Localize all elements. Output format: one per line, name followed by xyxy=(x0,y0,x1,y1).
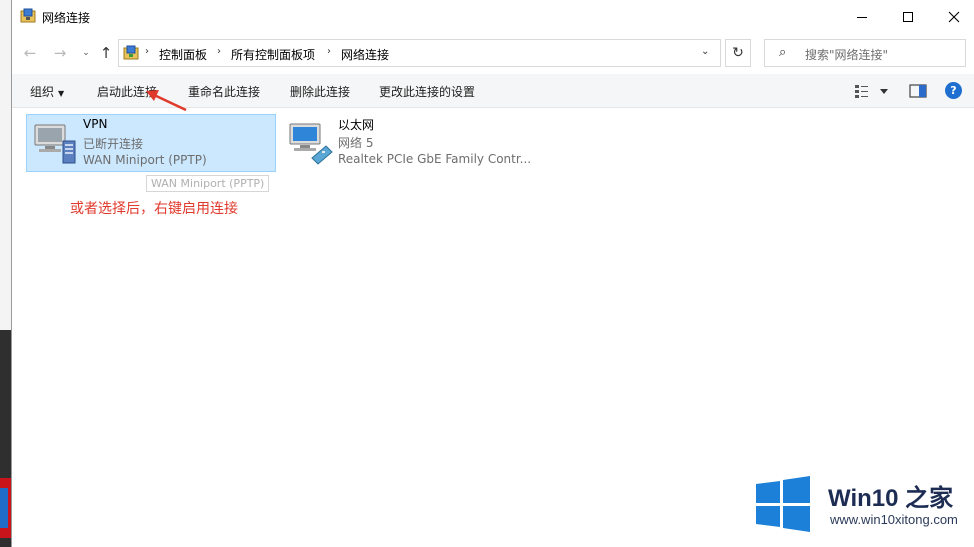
connection-status: 网络 5 xyxy=(338,136,374,150)
delete-connection-button[interactable]: 删除此连接 xyxy=(290,83,350,100)
connection-device: Realtek PCIe GbE Family Contr... xyxy=(338,152,532,166)
window-title: 网络连接 xyxy=(42,11,91,25)
caret-down-icon: ▼ xyxy=(58,89,65,98)
annotation-arrow-icon xyxy=(146,90,187,112)
chevron-down-icon[interactable]: ⌄ xyxy=(701,46,709,57)
breadcrumb-network-connections[interactable]: 网络连接 xyxy=(341,46,389,63)
refresh-button[interactable]: ↻ xyxy=(725,39,751,67)
refresh-icon: ↻ xyxy=(732,45,744,61)
connection-item-ethernet[interactable]: 以太网 网络 5 Realtek PCIe GbE Family Contr..… xyxy=(282,114,542,172)
breadcrumb-separator-icon[interactable]: › xyxy=(327,46,331,57)
arrow-left-icon: ← xyxy=(23,44,37,62)
windows-logo-icon xyxy=(756,476,810,532)
search-icon: ⌕ xyxy=(779,45,787,60)
annotation-text: 或者选择后，右键启用连接 xyxy=(70,201,238,217)
arrow-up-icon: ↑ xyxy=(99,44,113,62)
network-connections-window: 网络连接 ← → ⌄ ↑ › 控制面板 › 所有控制面板项 › 网络连接 ⌄ ↻ xyxy=(11,0,974,547)
vpn-computer-icon xyxy=(34,124,76,164)
forward-button[interactable]: → xyxy=(50,43,70,63)
breadcrumb-separator-icon[interactable]: › xyxy=(217,46,221,57)
control-panel-icon xyxy=(123,45,139,60)
breadcrumb-all-items[interactable]: 所有控制面板项 xyxy=(231,46,315,63)
search-placeholder: 搜索"网络连接" xyxy=(805,48,889,62)
close-button[interactable] xyxy=(931,0,974,34)
connection-name: VPN xyxy=(83,117,108,131)
breadcrumb-control-panel[interactable]: 控制面板 xyxy=(159,46,207,63)
change-settings-button[interactable]: 更改此连接的设置 xyxy=(379,83,475,100)
breadcrumb-separator-icon[interactable]: › xyxy=(145,46,149,57)
maximize-icon xyxy=(903,12,913,22)
tooltip: WAN Miniport (PPTP) xyxy=(146,175,270,192)
back-button[interactable]: ← xyxy=(20,43,40,63)
title-bar[interactable]: 网络连接 xyxy=(12,0,974,34)
view-options-icon[interactable] xyxy=(854,83,894,99)
organize-label: 组织 xyxy=(30,85,55,99)
minimize-button[interactable] xyxy=(839,0,885,34)
organize-menu-button[interactable]: 组织 ▼ xyxy=(30,83,64,100)
connection-device: WAN Miniport (PPTP) xyxy=(83,153,207,167)
chevron-down-icon: ⌄ xyxy=(82,48,90,58)
help-icon[interactable]: ? xyxy=(945,82,962,99)
recent-locations-button[interactable]: ⌄ xyxy=(76,43,96,63)
watermark-brand: Win10 之家 xyxy=(828,485,954,512)
network-folder-icon xyxy=(20,8,36,23)
ethernet-computer-icon xyxy=(289,123,333,165)
connection-item-vpn[interactable]: VPN 已断开连接 WAN Miniport (PPTP) xyxy=(26,114,276,172)
watermark-url: www.win10xitong.com xyxy=(830,512,958,527)
up-button[interactable]: ↑ xyxy=(96,43,116,63)
connection-name: 以太网 xyxy=(338,118,375,132)
arrow-right-icon: → xyxy=(53,44,67,62)
close-icon xyxy=(948,11,960,23)
connection-status: 已断开连接 xyxy=(83,137,144,151)
search-input[interactable]: ⌕ 搜索"网络连接" xyxy=(764,39,966,67)
watermark: Win10 之家 www.win10xitong.com xyxy=(754,474,974,534)
preview-pane-icon[interactable] xyxy=(909,83,927,99)
address-bar[interactable]: › 控制面板 › 所有控制面板项 › 网络连接 ⌄ xyxy=(118,39,721,67)
maximize-button[interactable] xyxy=(885,0,931,34)
address-row: ← → ⌄ ↑ › 控制面板 › 所有控制面板项 › 网络连接 ⌄ ↻ ⌕ 搜索… xyxy=(12,34,974,72)
minimize-icon xyxy=(857,16,867,18)
